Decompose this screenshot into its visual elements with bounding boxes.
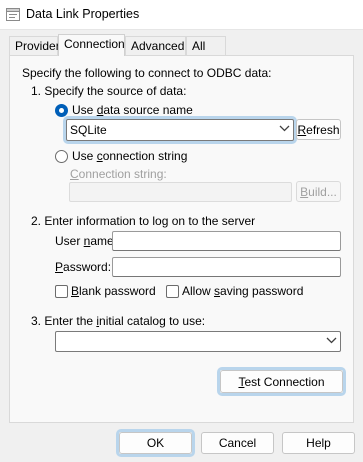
build-button[interactable]: Build... [296, 181, 341, 202]
title-bar: Data Link Properties [0, 0, 363, 30]
tab-connection[interactable]: Connection [58, 34, 125, 56]
step1-label: 1. Specify the source of data: [31, 84, 187, 98]
tab-label: Connection [64, 37, 125, 51]
intro-text: Specify the following to connect to ODBC… [22, 66, 272, 80]
tab-all[interactable]: All [186, 36, 226, 55]
use-connstr-label: Use connection string [72, 149, 188, 163]
step3-label: 3. Enter the initial catalog to use: [31, 314, 206, 328]
tab-advanced[interactable]: Advanced [125, 36, 186, 55]
use-dsn-label: Use data source name [72, 103, 193, 117]
refresh-button[interactable]: Refresh [296, 119, 341, 140]
blank-password-checkbox[interactable]: Blank password [55, 284, 156, 299]
radio-unselected-icon [55, 150, 68, 163]
test-connection-button[interactable]: Test Connection [220, 370, 343, 393]
username-field[interactable] [112, 231, 341, 251]
use-connstr-radio[interactable]: Use connection string [55, 149, 188, 164]
initial-catalog-select[interactable] [55, 331, 341, 352]
tab-label: All [192, 39, 206, 53]
connection-string-field[interactable] [69, 182, 292, 202]
help-button[interactable]: Help [282, 432, 355, 454]
checkbox-icon [166, 285, 179, 298]
cancel-button[interactable]: Cancel [201, 432, 274, 454]
chevron-down-icon [279, 125, 290, 132]
password-field[interactable] [112, 257, 341, 277]
tab-provider[interactable]: Provider [9, 36, 60, 55]
allow-saving-label: Allow saving password [182, 284, 304, 298]
dsn-select[interactable]: SQLite [66, 119, 294, 141]
chevron-down-icon [326, 337, 337, 344]
checkbox-icon [55, 285, 68, 298]
ok-button[interactable]: OK [119, 432, 192, 454]
tab-label: Provider [15, 39, 60, 53]
data-link-icon [6, 8, 20, 21]
window-title: Data Link Properties [26, 7, 140, 21]
tab-label: Advanced [131, 39, 185, 53]
radio-selected-icon [55, 104, 68, 117]
username-label: User name: [55, 234, 118, 248]
password-label: Password: [55, 260, 112, 274]
allow-saving-password-checkbox[interactable]: Allow saving password [166, 284, 303, 299]
step2-label: 2. Enter information to log on to the se… [31, 214, 256, 228]
connstr-label: Connection string: [70, 167, 167, 181]
dsn-value: SQLite [70, 123, 107, 137]
blank-password-label: Blank password [71, 284, 156, 298]
